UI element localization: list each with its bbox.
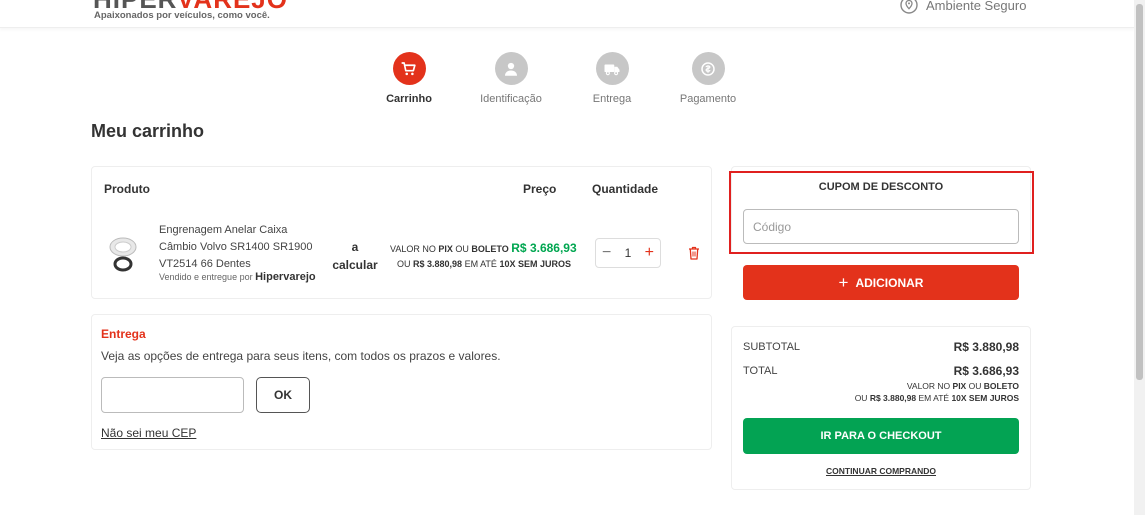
location-pin-icon — [900, 0, 918, 14]
site-header: HIPERVAREJO Apaixonados por veículos, co… — [0, 0, 1134, 28]
increase-quantity-button[interactable]: + — [645, 244, 654, 262]
plus-icon: + — [838, 272, 849, 292]
payment-icon — [691, 52, 725, 85]
decrease-quantity-button[interactable]: − — [602, 244, 611, 262]
cart-table: Produto Preço Quantidade Engrenagem Anel… — [91, 166, 712, 299]
subtotal-label: SUBTOTAL — [743, 341, 801, 353]
seller-name: Hipervarejo — [255, 271, 316, 283]
subtotal-value: R$ 3.880,98 — [953, 340, 1019, 354]
total-value: R$ 3.686,93 — [953, 364, 1019, 378]
quantity-stepper: − 1 + — [595, 238, 661, 268]
step-label: Identificação — [480, 93, 542, 105]
add-coupon-label: ADICIONAR — [855, 275, 924, 290]
cart-icon — [392, 52, 426, 85]
cep-input[interactable] — [101, 377, 244, 413]
delivery-title: Entrega — [101, 327, 146, 341]
delivery-panel: Entrega Veja as opções de entrega para s… — [91, 314, 712, 450]
step-label: Entrega — [592, 93, 632, 105]
delivery-description: Veja as opções de entrega para seus iten… — [101, 349, 501, 363]
secure-label: Ambiente Seguro — [926, 0, 1027, 13]
step-delivery[interactable]: Entrega — [562, 52, 662, 105]
unknown-cep-link[interactable]: Não sei meu CEP — [101, 426, 196, 440]
total-label: TOTAL — [743, 365, 778, 377]
total-pix-line: VALOR NO PIX OU BOLETO — [906, 381, 1019, 391]
product-seller: Vendido e entregue por Hipervarejo — [159, 271, 316, 283]
secure-environment-badge: Ambiente Seguro — [900, 0, 1026, 14]
step-label: Carrinho — [386, 93, 432, 105]
step-cart[interactable]: Carrinho — [359, 52, 459, 105]
checkout-button[interactable]: IR PARA O CHECKOUT — [743, 418, 1019, 454]
page-title: Meu carrinho — [91, 121, 205, 141]
shipping-status: a calcular — [332, 240, 378, 272]
product-pix-price-line: VALOR NO PIX OU BOLETO R$ 3.686,93 — [390, 241, 577, 255]
total-installment-line: OU R$ 3.880,98 EM ATÉ 10X SEM JUROS — [854, 393, 1019, 403]
column-header-product: Produto — [104, 182, 150, 196]
product-name[interactable]: Engrenagem Anelar Caixa Câmbio Volvo SR1… — [159, 222, 319, 273]
coupon-code-input[interactable] — [743, 209, 1019, 244]
product-installment-line: OU R$ 3.880,98 EM ATÉ 10X SEM JUROS — [397, 259, 571, 269]
user-icon — [494, 52, 528, 85]
truck-icon — [595, 52, 629, 85]
logo-tagline: Apaixonados por veículos, como você. — [94, 10, 270, 21]
cep-ok-button[interactable]: OK — [256, 377, 310, 413]
coupon-title: CUPOM DE DESCONTO — [818, 181, 944, 193]
step-identification[interactable]: Identificação — [461, 52, 561, 105]
column-header-price: Preço — [523, 182, 557, 196]
product-pix-price: R$ 3.686,93 — [511, 241, 577, 255]
add-coupon-button[interactable]: + ADICIONAR — [743, 265, 1019, 300]
quantity-value[interactable]: 1 — [625, 246, 632, 260]
step-label: Pagamento — [679, 93, 737, 105]
column-header-quantity: Quantidade — [592, 182, 659, 196]
page-scrollbar[interactable] — [1134, 0, 1145, 515]
step-payment[interactable]: Pagamento — [658, 52, 758, 105]
scrollbar-thumb[interactable] — [1136, 4, 1143, 380]
product-image[interactable] — [106, 234, 140, 274]
continue-shopping-link[interactable]: CONTINUAR COMPRANDO — [731, 466, 1031, 476]
trash-icon[interactable] — [688, 246, 700, 260]
